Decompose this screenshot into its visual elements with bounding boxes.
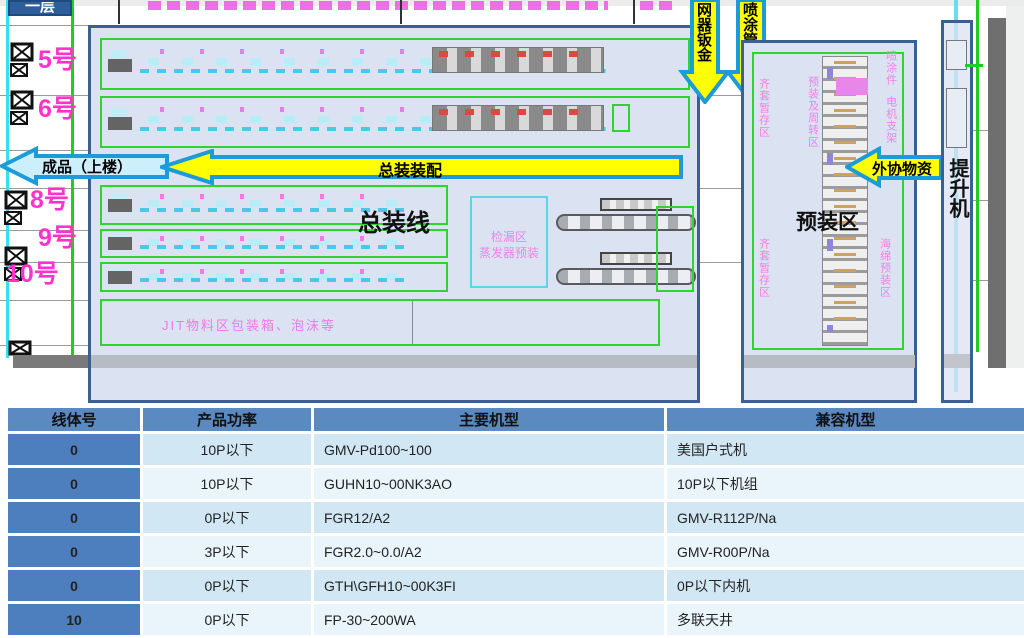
wall-line	[400, 0, 402, 24]
factory-layout-slide: 一层 5号 6号 8号 9号 10号 总装线	[0, 0, 1024, 638]
table-cell: 0P以下	[143, 604, 311, 635]
sheet-metal-arrow-label: 网器钣金	[696, 2, 711, 62]
floor-slab-bar	[13, 355, 88, 368]
hoist-cell-art	[946, 88, 967, 148]
table-cell: 0	[8, 468, 140, 499]
assembly-line-6	[100, 96, 690, 148]
leak-test-label: 检漏区	[472, 230, 546, 246]
evaporator-preassembly-label: 蒸发器预装	[472, 246, 546, 262]
elevator-icon	[10, 42, 34, 77]
floor-slab-bar	[744, 355, 915, 368]
table-cell: 0	[8, 570, 140, 601]
table-header-main-models: 主要机型	[314, 408, 664, 431]
line-label-9: 9号	[38, 226, 77, 251]
table-cell: 3P以下	[143, 536, 311, 567]
jit-material-label: JIT物料区包装箱、泡沫等	[162, 315, 336, 334]
elevator-icon	[10, 90, 34, 125]
kitting-buffer-label-2: 齐套暂存区	[757, 238, 770, 298]
table-cell: GTH\GFH10~00K3FI	[314, 570, 664, 601]
table-cell: 多联天井	[667, 604, 1024, 635]
floor-tag-label: 一层	[25, 0, 55, 15]
rack-art	[822, 56, 868, 346]
green-utility-line	[976, 0, 979, 352]
table-cell: 10P以下	[143, 434, 311, 465]
grid-line	[700, 262, 742, 263]
table-header-compatible-models: 兼容机型	[667, 408, 1024, 431]
wall-strip	[988, 18, 1006, 368]
table-header-line-no: 线体号	[8, 408, 140, 431]
clipped-title-text	[148, 1, 608, 10]
preassembly-area-label: 预装区	[796, 206, 859, 236]
final-assembly-line-label: 总装线	[358, 203, 430, 238]
table-cell: 10P以下	[143, 468, 311, 499]
final-assembly-arrow-label: 总装装配	[378, 157, 442, 181]
table-header-power: 产品功率	[143, 408, 311, 431]
machine-cluster-art	[432, 105, 604, 131]
table-cell: GMV-R112P/Na	[667, 502, 1024, 533]
divider-line	[412, 301, 413, 344]
table-cell: 10P以下机组	[667, 468, 1024, 499]
line-label-5: 5号	[38, 48, 77, 73]
line-model-table: 线体号 产品功率 主要机型 兼容机型 0 10P以下 GMV-Pd100~100…	[8, 408, 1024, 635]
grid-line	[700, 188, 742, 189]
hoist-label: 提升机	[946, 158, 968, 218]
motor-bracket-label: 电机支架	[884, 96, 897, 144]
line-label-6: 6号	[38, 97, 77, 122]
table-cell: 0P以下	[143, 502, 311, 533]
magenta-block-art	[836, 78, 868, 95]
spray-parts-label: 喷涂件	[884, 50, 897, 86]
line-label-8: 8号	[30, 188, 69, 213]
grid-line	[0, 25, 88, 26]
wall-line	[118, 0, 120, 24]
elevator-icon	[4, 190, 28, 225]
table-cell: FGR12/A2	[314, 502, 664, 533]
table-cell: 0P以下	[143, 570, 311, 601]
kitting-buffer-label: 齐套暂存区	[757, 78, 770, 138]
table-cell: 美国户式机	[667, 434, 1024, 465]
assembly-line-5	[100, 38, 690, 90]
table-cell: 10	[8, 604, 140, 635]
elevator-icon	[8, 340, 32, 356]
table-cell: 0	[8, 536, 140, 567]
leak-test-box: 检漏区 蒸发器预装	[470, 196, 548, 288]
jit-material-box: JIT物料区包装箱、泡沫等	[100, 299, 660, 346]
table-cell: 0P以下内机	[667, 570, 1024, 601]
external-materials-arrow-label: 外协物资	[872, 158, 932, 179]
hoist-cell-art	[946, 40, 967, 70]
table-cell: 0	[8, 502, 140, 533]
sponge-preassembly-label: 海绵预装区	[878, 238, 891, 298]
table-cell: FP-30~200WA	[314, 604, 664, 635]
wall-line	[633, 0, 635, 24]
green-tick	[965, 64, 983, 67]
table-cell: FGR2.0~0.0/A2	[314, 536, 664, 567]
grid-line	[0, 300, 88, 301]
conveyor-art	[104, 266, 444, 288]
table-cell: 0	[8, 434, 140, 465]
table-cell: GMV-Pd100~100	[314, 434, 664, 465]
floor-slab-bar	[91, 355, 697, 368]
table-cell: GUHN10~00NK3AO	[314, 468, 664, 499]
hoist-floor-bar	[944, 354, 970, 368]
clipped-room-label	[640, 1, 676, 10]
right-edge-band	[1006, 6, 1024, 368]
fixture-art	[612, 104, 630, 132]
table-cell: GMV-R00P/Na	[667, 536, 1024, 567]
machine-cluster-art	[432, 47, 604, 73]
line-label-10: 10号	[6, 262, 59, 287]
finished-goods-arrow-label: 成品（上楼）	[42, 156, 132, 177]
fixture-art	[656, 206, 694, 292]
assembly-line-10	[100, 262, 448, 292]
preassembly-turnover-label: 预装及周转区	[806, 76, 819, 148]
floor-tag: 一层	[8, 0, 72, 16]
